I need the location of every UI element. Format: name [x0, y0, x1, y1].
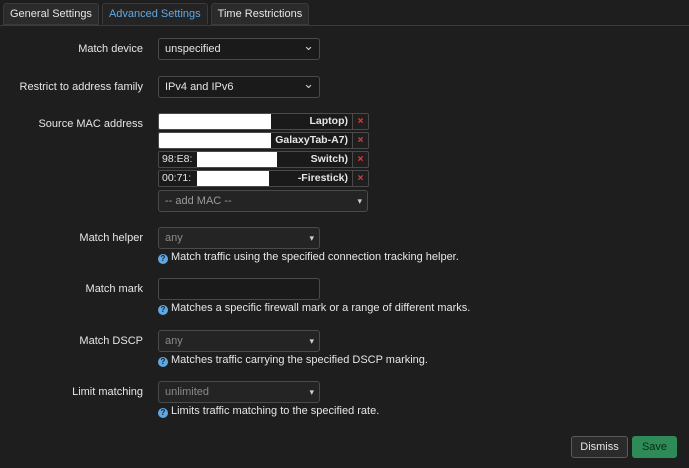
tab-bar: General Settings Advanced Settings Time …: [3, 3, 310, 25]
mac-entry: Laptop) ×: [158, 113, 369, 130]
match-helper-select[interactable]: any ▾: [158, 227, 320, 249]
remove-mac-button[interactable]: ×: [353, 151, 369, 168]
match-helper-hint: ? Match traffic using the specified conne…: [158, 251, 459, 264]
redaction-block: [159, 133, 271, 148]
match-dscp-hint: ? Matches traffic carrying the specified …: [158, 354, 428, 367]
redaction-block: [197, 152, 277, 167]
mac-entry-prefix: 00:71:: [162, 172, 192, 184]
dismiss-button[interactable]: Dismiss: [571, 436, 628, 458]
match-mark-input[interactable]: [158, 278, 320, 300]
tab-divider: [0, 25, 689, 26]
limit-matching-hint: ? Limits traffic matching to the specifie…: [158, 405, 379, 418]
match-helper-hint-text: Match traffic using the specified connec…: [171, 251, 459, 263]
match-device-select[interactable]: unspecified ⌄: [158, 38, 320, 60]
match-dscp-value: any: [165, 335, 183, 347]
remove-mac-button[interactable]: ×: [353, 113, 369, 130]
add-mac-select[interactable]: -- add MAC -- ▾: [158, 190, 368, 212]
add-mac-placeholder: -- add MAC --: [165, 195, 232, 207]
limit-matching-label: Limit matching: [72, 386, 143, 398]
help-icon: ?: [158, 305, 168, 315]
mac-entry-field[interactable]: 98:E8: Switch): [158, 151, 353, 168]
address-family-select[interactable]: IPv4 and IPv6 ⌄: [158, 76, 320, 98]
mac-entry: 98:E8: Switch) ×: [158, 151, 369, 168]
match-mark-label: Match mark: [85, 283, 143, 295]
mac-entry: 00:71: -Firestick) ×: [158, 170, 369, 187]
match-device-label: Match device: [78, 43, 143, 55]
mac-entry-prefix: 98:E8:: [162, 153, 193, 165]
mac-entry-suffix: -Firestick): [297, 172, 348, 184]
limit-matching-select[interactable]: unlimited ▾: [158, 381, 320, 403]
redaction-block: [159, 114, 271, 129]
mac-entry-field[interactable]: 00:71: -Firestick): [158, 170, 353, 187]
tab-advanced-settings[interactable]: Advanced Settings: [101, 3, 208, 25]
match-dscp-hint-text: Matches traffic carrying the specified D…: [171, 354, 428, 366]
limit-matching-hint-text: Limits traffic matching to the specified…: [171, 405, 380, 417]
chevron-down-icon: ⌄: [303, 76, 314, 91]
redaction-block: [197, 171, 269, 186]
match-helper-label: Match helper: [79, 232, 143, 244]
mac-entry-suffix: Laptop): [309, 115, 349, 127]
mac-entry-suffix: GalaxyTab-A7): [275, 134, 348, 146]
tab-time-restrictions[interactable]: Time Restrictions: [210, 3, 310, 25]
caret-down-icon: ▾: [309, 336, 314, 346]
limit-matching-value: unlimited: [165, 386, 210, 398]
tab-general-settings[interactable]: General Settings: [3, 3, 99, 25]
help-icon: ?: [158, 408, 168, 418]
caret-down-icon: ▾: [309, 233, 314, 243]
mac-entry: GalaxyTab-A7) ×: [158, 132, 369, 149]
caret-down-icon: ▾: [357, 196, 362, 206]
remove-mac-button[interactable]: ×: [353, 170, 369, 187]
address-family-value: IPv4 and IPv6: [165, 81, 234, 93]
help-icon: ?: [158, 357, 168, 367]
match-mark-hint: ? Matches a specific firewall mark or a r…: [158, 302, 470, 315]
help-icon: ?: [158, 254, 168, 264]
mac-entry-suffix: Switch): [310, 153, 348, 165]
match-dscp-label: Match DSCP: [79, 335, 143, 347]
match-dscp-select[interactable]: any ▾: [158, 330, 320, 352]
chevron-down-icon: ⌄: [303, 38, 314, 53]
address-family-label: Restrict to address family: [19, 81, 143, 93]
match-device-value: unspecified: [165, 43, 221, 55]
caret-down-icon: ▾: [309, 387, 314, 397]
mac-entry-field[interactable]: GalaxyTab-A7): [158, 132, 353, 149]
mac-entry-field[interactable]: Laptop): [158, 113, 353, 130]
source-mac-label: Source MAC address: [38, 118, 143, 130]
remove-mac-button[interactable]: ×: [353, 132, 369, 149]
match-helper-value: any: [165, 232, 183, 244]
firewall-rule-dialog: General Settings Advanced Settings Time …: [0, 0, 689, 468]
match-mark-hint-text: Matches a specific firewall mark or a ra…: [171, 302, 471, 314]
save-button[interactable]: Save: [632, 436, 677, 458]
